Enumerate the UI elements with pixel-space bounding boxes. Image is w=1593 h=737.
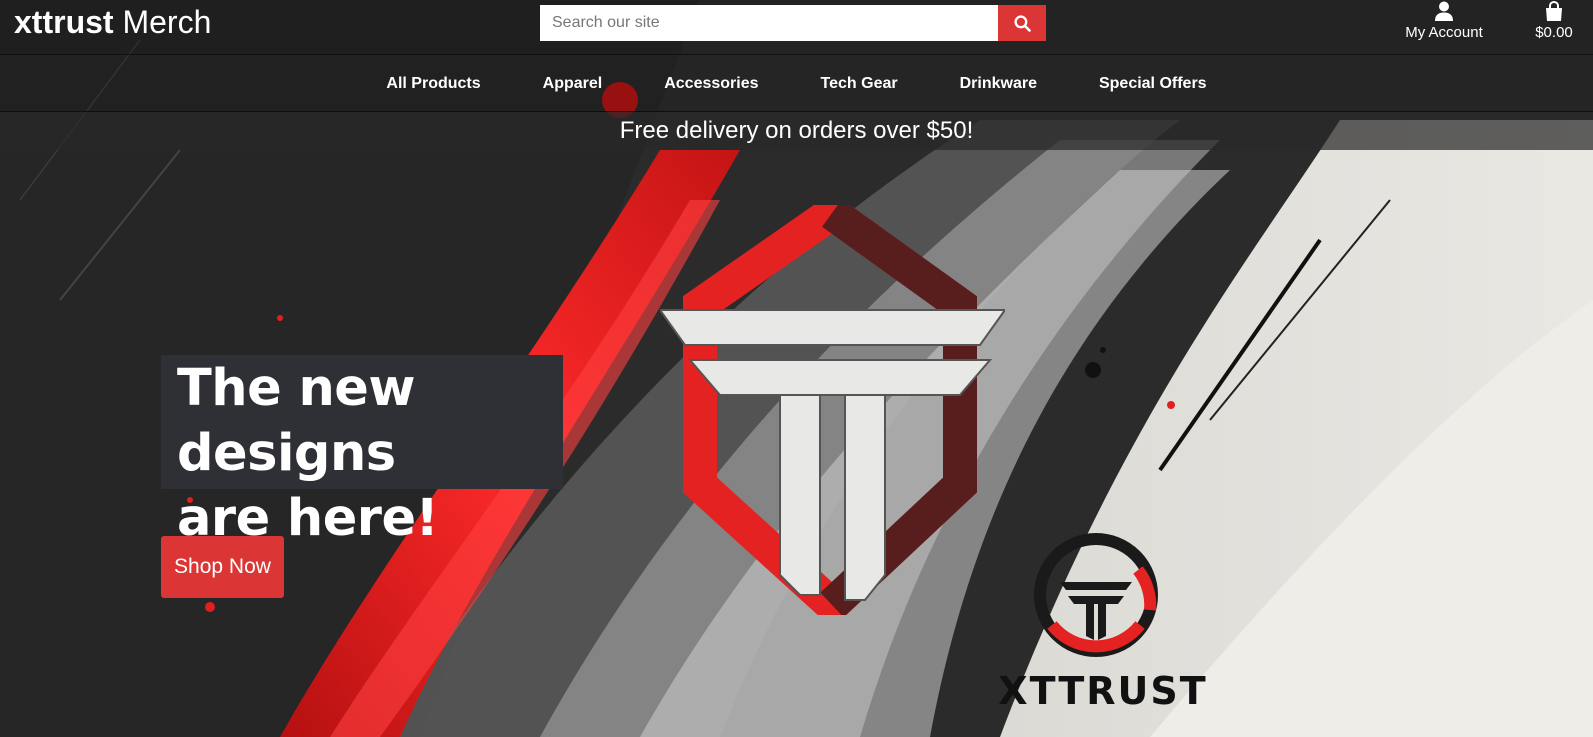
nav-item-all-products[interactable]: All Products [355,55,511,112]
hero-headline: The new designs are here! [161,355,563,548]
top-header: xttrust Merch My Account $0.00 [0,0,1593,55]
magnifier-icon [1013,14,1031,32]
nav-item-drinkware[interactable]: Drinkware [929,55,1068,112]
cart-total: $0.00 [1535,24,1573,41]
brand-name-bold: xttrust [14,4,114,40]
shopping-bag-link[interactable]: $0.00 [1524,0,1584,48]
xttrust-logo-badge [1030,530,1162,660]
nav-item-tech-gear[interactable]: Tech Gear [790,55,929,112]
brand-name-light: Merch [122,4,212,40]
main-navigation: All Products Apparel Accessories Tech Ge… [0,55,1593,112]
search-input[interactable] [540,5,998,41]
my-account-label: My Account [1405,24,1483,41]
nav-item-apparel[interactable]: Apparel [512,55,634,112]
hero-headline-line1: The new designs [177,359,415,483]
shop-now-button[interactable]: Shop Now [161,536,284,598]
nav-item-special-offers[interactable]: Special Offers [1068,55,1238,112]
search-button[interactable] [998,5,1046,41]
nav-item-accessories[interactable]: Accessories [633,55,789,112]
brand-logo[interactable]: xttrust Merch [14,2,211,42]
my-account-link[interactable]: My Account [1396,0,1492,48]
shopping-bag-icon [1546,1,1562,21]
search-form [540,5,1048,41]
user-icon [1435,1,1453,21]
xttrust-logo-large [658,192,1007,629]
xttrust-wordmark: XTTRUST [998,669,1208,713]
delivery-banner: Free delivery on orders over $50! [0,112,1593,150]
